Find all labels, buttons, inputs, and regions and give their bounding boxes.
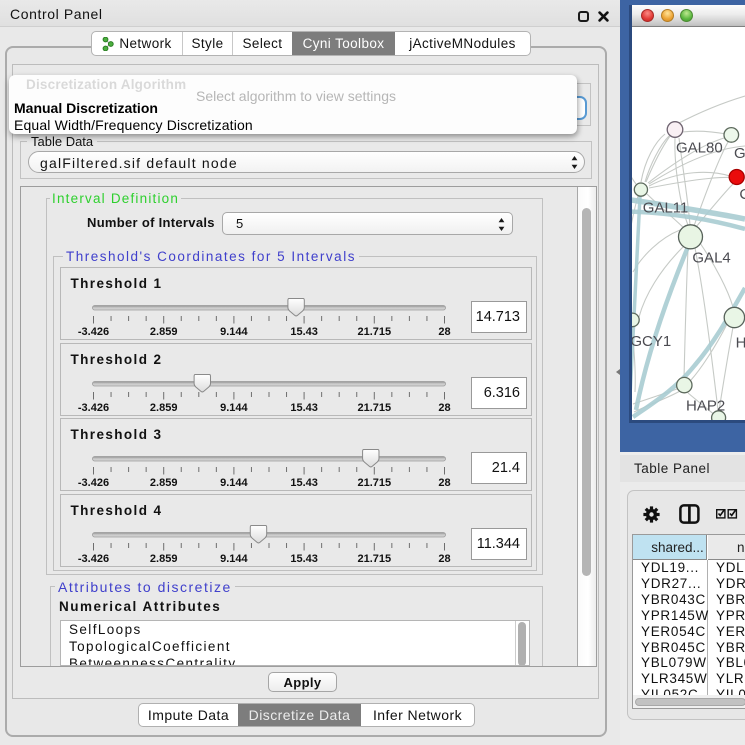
svg-text:15.43: 15.43 — [290, 553, 318, 565]
svg-text:21.715: 21.715 — [357, 477, 391, 489]
svg-text:GAL11: GAL11 — [643, 200, 689, 217]
svg-text:H: H — [736, 335, 745, 352]
svg-text:-3.426: -3.426 — [77, 553, 108, 565]
svg-text:9.144: 9.144 — [220, 477, 248, 489]
svg-text:9.144: 9.144 — [220, 402, 248, 414]
svg-text:28: 28 — [438, 553, 450, 565]
svg-text:2.859: 2.859 — [149, 402, 177, 414]
svg-text:21.715: 21.715 — [357, 402, 391, 414]
svg-text:GA: GA — [734, 145, 745, 162]
svg-text:HAP2: HAP2 — [686, 398, 725, 415]
svg-text:21.715: 21.715 — [357, 553, 391, 565]
svg-text:9.144: 9.144 — [220, 326, 248, 338]
svg-text:GAL80: GAL80 — [676, 140, 723, 157]
svg-text:GAL4: GAL4 — [692, 250, 730, 267]
svg-text:2.859: 2.859 — [149, 553, 177, 565]
svg-text:15.43: 15.43 — [290, 402, 318, 414]
svg-text:C: C — [739, 186, 745, 203]
svg-text:2.859: 2.859 — [149, 477, 177, 489]
svg-text:28: 28 — [438, 326, 450, 338]
svg-text:-3.426: -3.426 — [77, 402, 108, 414]
svg-text:15.43: 15.43 — [290, 326, 318, 338]
svg-text:2.859: 2.859 — [149, 326, 177, 338]
svg-text:15.43: 15.43 — [290, 477, 318, 489]
svg-text:28: 28 — [438, 477, 450, 489]
svg-text:-3.426: -3.426 — [77, 477, 108, 489]
svg-text:-3.426: -3.426 — [77, 326, 108, 338]
svg-text:GCY1: GCY1 — [632, 333, 671, 350]
svg-text:9.144: 9.144 — [220, 553, 248, 565]
svg-text:28: 28 — [438, 402, 450, 414]
svg-text:21.715: 21.715 — [357, 326, 391, 338]
